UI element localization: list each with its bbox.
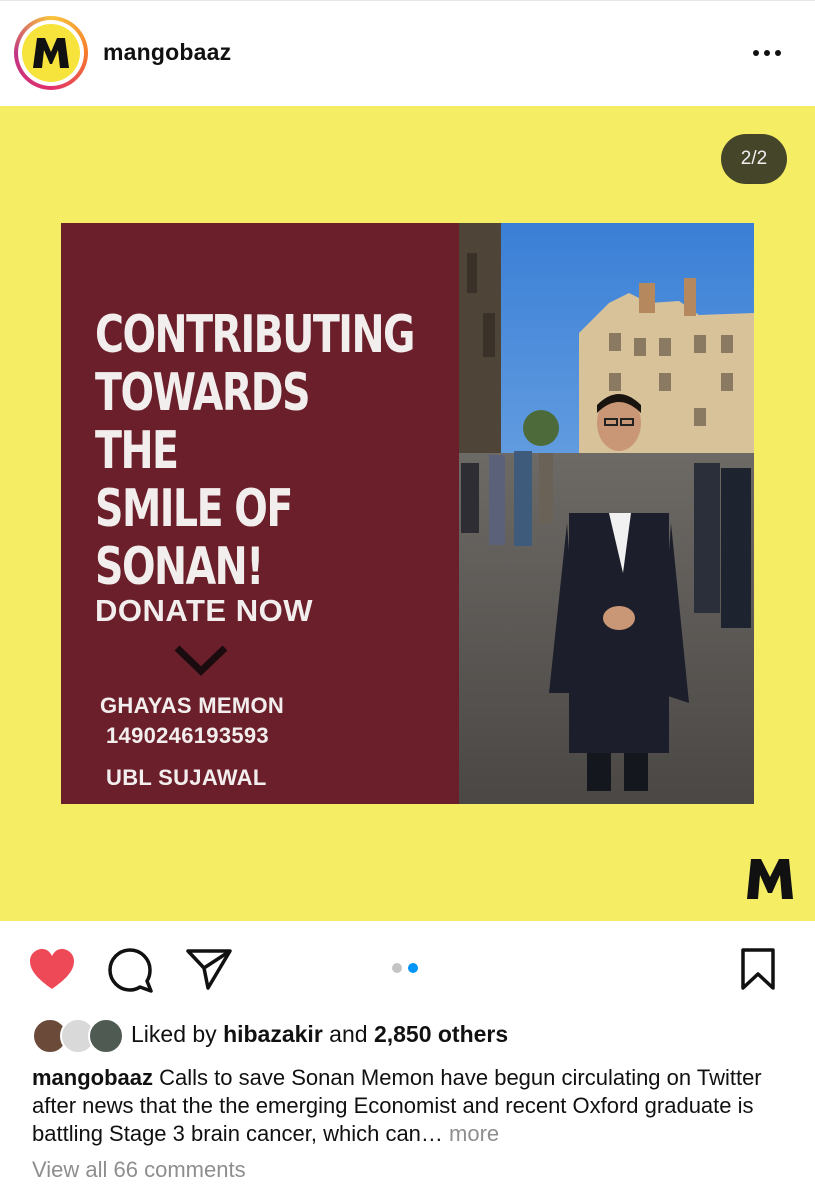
- donation-text-panel: CONTRIBUTING TOWARDS THE SMILE OF SONAN!…: [61, 223, 459, 804]
- bank-name: UBL SUJAWAL: [106, 765, 267, 790]
- likes-prefix: Liked by: [131, 1021, 224, 1047]
- post-author-username[interactable]: mangobaaz: [103, 39, 231, 66]
- carousel-dot-1: [392, 963, 402, 973]
- post-header: mangobaaz: [0, 0, 815, 107]
- account-name: GHAYAS MEMON: [100, 693, 285, 718]
- account-number: 1490246193593: [106, 723, 269, 748]
- likes-count[interactable]: 2,850 others: [374, 1021, 508, 1047]
- headline: CONTRIBUTING TOWARDS THE SMILE OF SONAN!: [95, 305, 415, 597]
- portrait-photo: [459, 223, 754, 804]
- caption-more-link[interactable]: more: [443, 1121, 499, 1146]
- m-logo-icon: [33, 38, 69, 68]
- heart-icon[interactable]: [28, 947, 76, 991]
- carousel-indicator: [392, 963, 418, 973]
- share-icon[interactable]: [186, 948, 232, 990]
- comment-icon[interactable]: [107, 947, 153, 993]
- post-image[interactable]: 2/2 CONTRIBUTING TOWARDS THE SMILE OF SO…: [0, 106, 815, 921]
- carousel-counter: 2/2: [721, 134, 787, 184]
- likes-text[interactable]: Liked by hibazakir and 2,850 others: [131, 1021, 508, 1048]
- bookmark-icon[interactable]: [740, 947, 776, 991]
- carousel-dot-2: [408, 963, 418, 973]
- donate-now-label: DONATE NOW: [95, 593, 313, 628]
- mangobaaz-logo: [22, 24, 80, 82]
- chevron-down-icon: [174, 645, 228, 676]
- profile-avatar[interactable]: [14, 16, 88, 90]
- caption-username[interactable]: mangobaaz: [32, 1065, 153, 1090]
- caption: mangobaaz Calls to save Sonan Memon have…: [32, 1064, 792, 1148]
- liker-avatar-3[interactable]: [88, 1018, 124, 1054]
- more-horizontal-icon[interactable]: [753, 45, 787, 61]
- likes-middle: and: [322, 1021, 374, 1047]
- liked-by-user[interactable]: hibazakir: [223, 1021, 323, 1047]
- likes-row: Liked by hibazakir and 2,850 others: [32, 1016, 812, 1054]
- donation-card: CONTRIBUTING TOWARDS THE SMILE OF SONAN!…: [61, 223, 754, 804]
- m-watermark-icon: [747, 859, 793, 899]
- view-all-comments-link[interactable]: View all 66 comments: [32, 1157, 246, 1183]
